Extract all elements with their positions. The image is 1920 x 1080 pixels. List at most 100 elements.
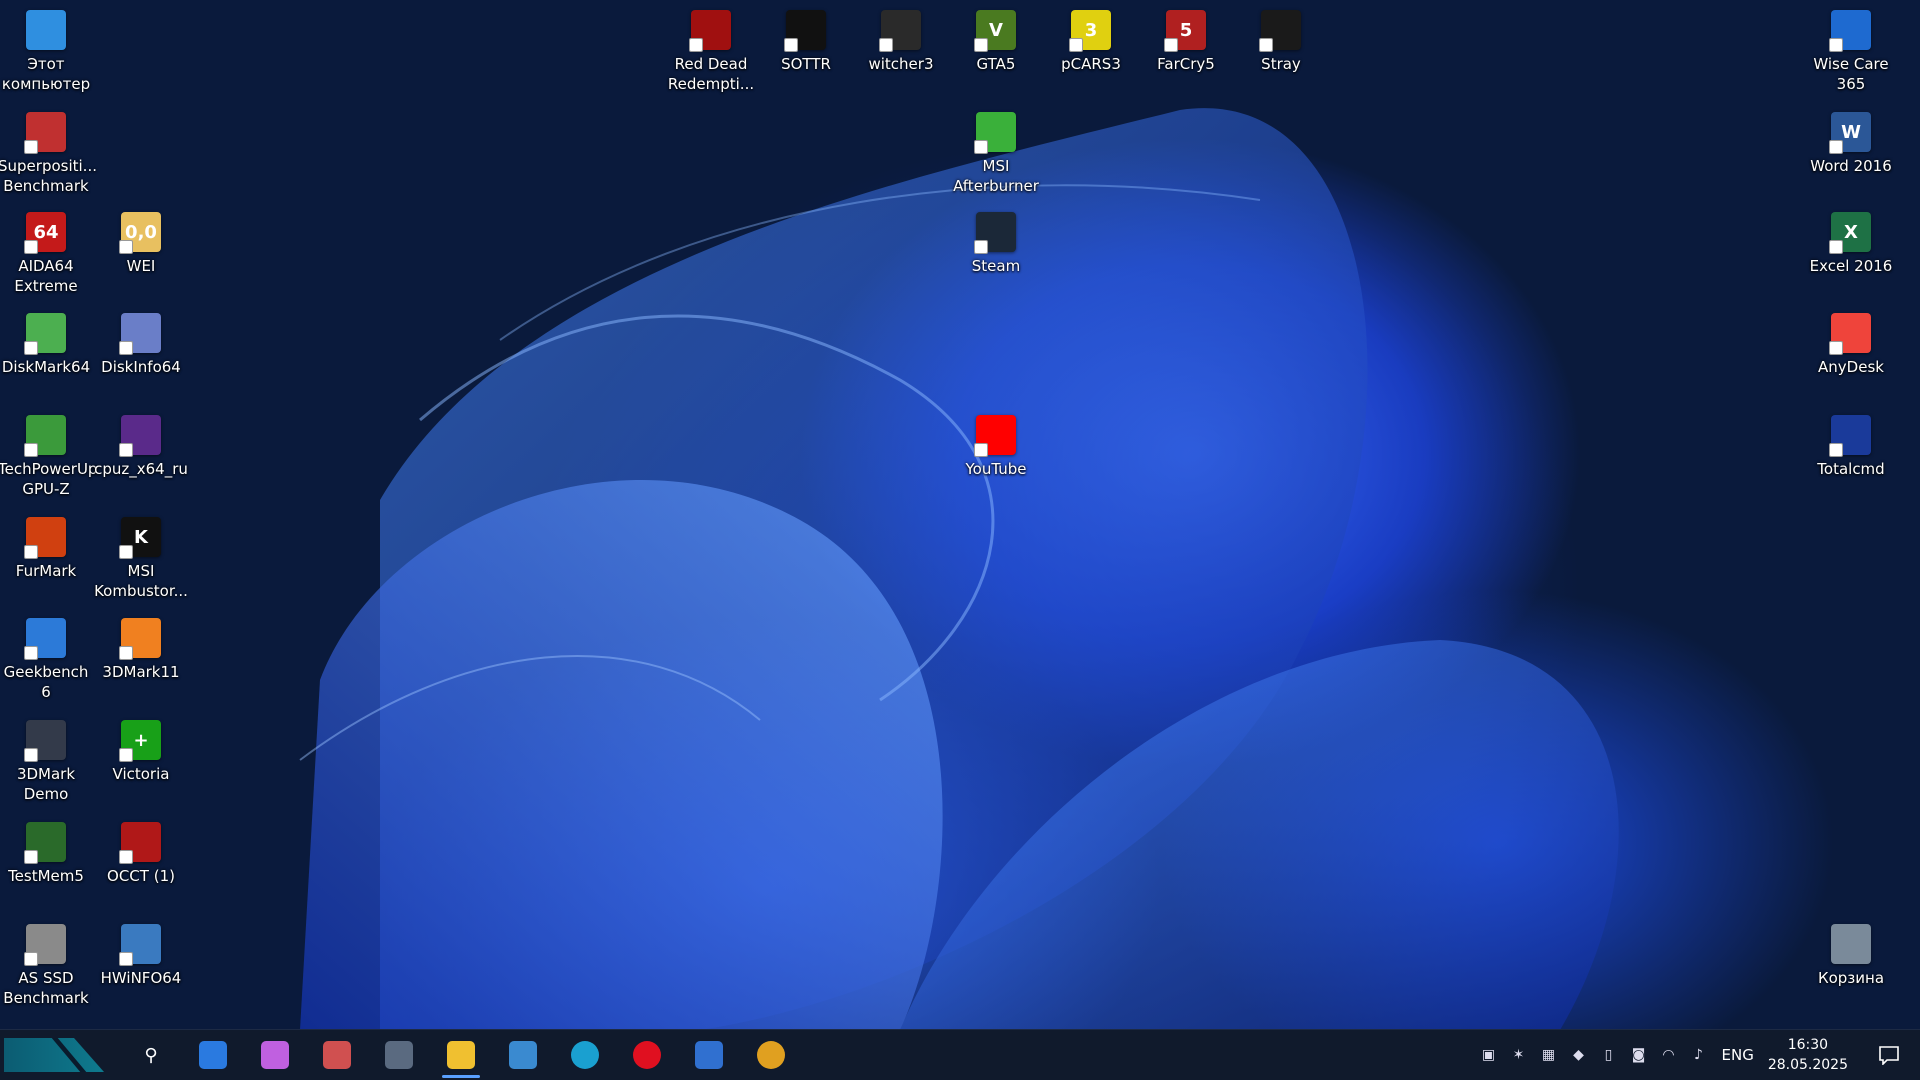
gpu-monitor-icon[interactable]: ▦	[1538, 1044, 1560, 1066]
desktop-icon-farcry[interactable]: 5 FarCry5	[1140, 10, 1232, 74]
kombustor-icon: K	[119, 517, 161, 559]
desktop-icon-label: YouTube	[965, 460, 1027, 478]
opera-icon	[633, 1041, 661, 1069]
desktop-icon-gpuz[interactable]: TechPowerUp GPU-Z	[0, 415, 97, 499]
desktop-icon-label: Этот компьютер	[1, 55, 91, 93]
taskbar-chrome-button[interactable]	[740, 1030, 802, 1080]
desktop-icon-word[interactable]: W Word 2016	[1805, 112, 1897, 176]
usb-icon[interactable]: ▯	[1598, 1044, 1620, 1066]
desktop-icon-label: Geekbench 6	[3, 663, 89, 701]
totalcmd-icon	[1829, 415, 1871, 457]
desktop-icon-label: cpuz_x64_ru	[94, 460, 188, 478]
testmem-icon	[24, 822, 66, 864]
desktop-icon-witcher[interactable]: witcher3	[855, 10, 947, 74]
desktop-icon-afterburner[interactable]: MSI Afterburner	[950, 112, 1042, 196]
desktop-icon-recycle-bin[interactable]: Корзина	[1805, 924, 1897, 988]
desktop-icon-label: AIDA64 Extreme	[14, 257, 78, 295]
desktop-icon-label: AnyDesk	[1818, 358, 1884, 376]
taskbar-calculator-button[interactable]	[368, 1030, 430, 1080]
desktop-icon-3dmark11[interactable]: 3DMark11	[95, 618, 187, 682]
taskbar-copilot-button[interactable]	[244, 1030, 306, 1080]
desktop-icon-label: DiskMark64	[1, 358, 91, 376]
desktop-icon-label: Red Dead Redempti...	[667, 55, 755, 93]
desktop-icon-cpuz[interactable]: cpuz_x64_ru	[94, 415, 188, 479]
desktop-icon-label: TestMem5	[8, 867, 84, 885]
desktop-icon-testmem[interactable]: TestMem5	[0, 822, 92, 886]
chrome-icon	[757, 1041, 785, 1069]
desktop-icon-label: Steam	[971, 257, 1021, 275]
desktop-icon-label: Superpositi... Benchmark	[0, 157, 97, 195]
taskbar-control-panel-button[interactable]	[492, 1030, 554, 1080]
desktop-icon-hwinfo[interactable]: HWiNFO64	[95, 924, 187, 988]
taskbar-widgets-button[interactable]	[182, 1030, 244, 1080]
desktop-icon-wei[interactable]: 0,0 WEI	[95, 212, 187, 276]
hwinfo-icon	[119, 924, 161, 966]
desktop-icon-excel[interactable]: X Excel 2016	[1805, 212, 1897, 276]
security-icon[interactable]: ◙	[1628, 1044, 1650, 1066]
sottr-icon	[784, 10, 826, 52]
network-adapter-icon[interactable]: ▣	[1478, 1044, 1500, 1066]
notifications-icon[interactable]	[1874, 1040, 1904, 1070]
desktop-icon-computer[interactable]: Этот компьютер	[0, 10, 92, 94]
taskbar-edge-button[interactable]	[554, 1030, 616, 1080]
desktop-icon-sottr[interactable]: SOTTR	[760, 10, 852, 74]
desktop-icon-victoria[interactable]: + Victoria	[95, 720, 187, 784]
calculator-icon	[385, 1041, 413, 1069]
steam-icon	[974, 212, 1016, 254]
desktop-icon-label: Корзина	[1817, 969, 1885, 987]
desktop-icon-diskmark[interactable]: DiskMark64	[0, 313, 92, 377]
widgets-icon	[199, 1041, 227, 1069]
desktop-icon-occt[interactable]: OCCT (1)	[95, 822, 187, 886]
desktop-icon-label: DiskInfo64	[101, 358, 181, 376]
taskbar: ⚲ ▣ ✶ ▦ ◆ ▯ ◙ ◠ ♪ ENG 16:30 28.05.2025	[0, 1029, 1920, 1080]
taskbar-opera-button[interactable]	[616, 1030, 678, 1080]
file-explorer-icon	[447, 1041, 475, 1069]
start-button[interactable]	[4, 1038, 104, 1072]
volume-icon[interactable]: ♪	[1688, 1044, 1710, 1066]
desktop-icon-label: Stray	[1261, 55, 1301, 73]
desktop-icon-rdr2[interactable]: Red Dead Redempti...	[665, 10, 757, 94]
desktop-icon-gta5[interactable]: V GTA5	[950, 10, 1042, 74]
desktop-icon-asssd[interactable]: AS SSD Benchmark	[0, 924, 92, 1008]
desktop-icon-kombustor[interactable]: K MSI Kombustor...	[94, 517, 188, 601]
taskbar-paint-button[interactable]	[306, 1030, 368, 1080]
anydesk-icon	[1829, 313, 1871, 355]
desktop-icon-label: SOTTR	[781, 55, 831, 73]
desktop-icon-label: GTA5	[976, 55, 1016, 73]
furmark-icon	[24, 517, 66, 559]
control-panel-icon	[509, 1041, 537, 1069]
desktop-icon-label: FurMark	[15, 562, 77, 580]
desktop-icon-wisecare[interactable]: Wise Care 365	[1805, 10, 1897, 94]
desktop-icon-youtube[interactable]: YouTube	[950, 415, 1042, 479]
taskbar-search-button[interactable]: ⚲	[120, 1030, 182, 1080]
clock[interactable]: 16:30 28.05.2025	[1768, 1035, 1848, 1075]
desktop-icon-label: HWiNFO64	[100, 969, 182, 987]
diskinfo-icon	[119, 313, 161, 355]
desktop-icon-label: 3DMark11	[102, 663, 180, 681]
afterburner-icon	[974, 112, 1016, 154]
desktop-icon-diskinfo[interactable]: DiskInfo64	[95, 313, 187, 377]
desktop-icon-pcars[interactable]: 3 pCARS3	[1045, 10, 1137, 74]
desktop-icon-superposition[interactable]: Superpositi... Benchmark	[0, 112, 97, 196]
excel-icon: X	[1829, 212, 1871, 254]
desktop[interactable]: Этот компьютер Superpositi... Benchmark 64…	[0, 0, 1920, 1030]
desktop-icon-3dmark-demo[interactable]: 3DMark Demo	[0, 720, 92, 804]
geekbench-icon	[24, 618, 66, 660]
stray-icon	[1259, 10, 1301, 52]
desktop-icon-geekbench[interactable]: Geekbench 6	[0, 618, 92, 702]
desktop-icon-steam[interactable]: Steam	[950, 212, 1042, 276]
bluetooth-icon[interactable]: ✶	[1508, 1044, 1530, 1066]
wifi-icon[interactable]: ◠	[1658, 1044, 1680, 1066]
wisecare-icon	[1829, 10, 1871, 52]
desktop-icon-stray[interactable]: Stray	[1235, 10, 1327, 74]
desktop-icon-furmark[interactable]: FurMark	[0, 517, 92, 581]
desktop-icon-totalcmd[interactable]: Totalcmd	[1805, 415, 1897, 479]
taskbar-store-button[interactable]	[678, 1030, 740, 1080]
taskbar-file-explorer-button[interactable]	[430, 1030, 492, 1080]
nvidia-icon[interactable]: ◆	[1568, 1044, 1590, 1066]
asssd-icon	[24, 924, 66, 966]
diskmark-icon	[24, 313, 66, 355]
language-indicator[interactable]: ENG	[1722, 1046, 1754, 1064]
desktop-icon-aida64[interactable]: 64 AIDA64 Extreme	[0, 212, 92, 296]
desktop-icon-anydesk[interactable]: AnyDesk	[1805, 313, 1897, 377]
